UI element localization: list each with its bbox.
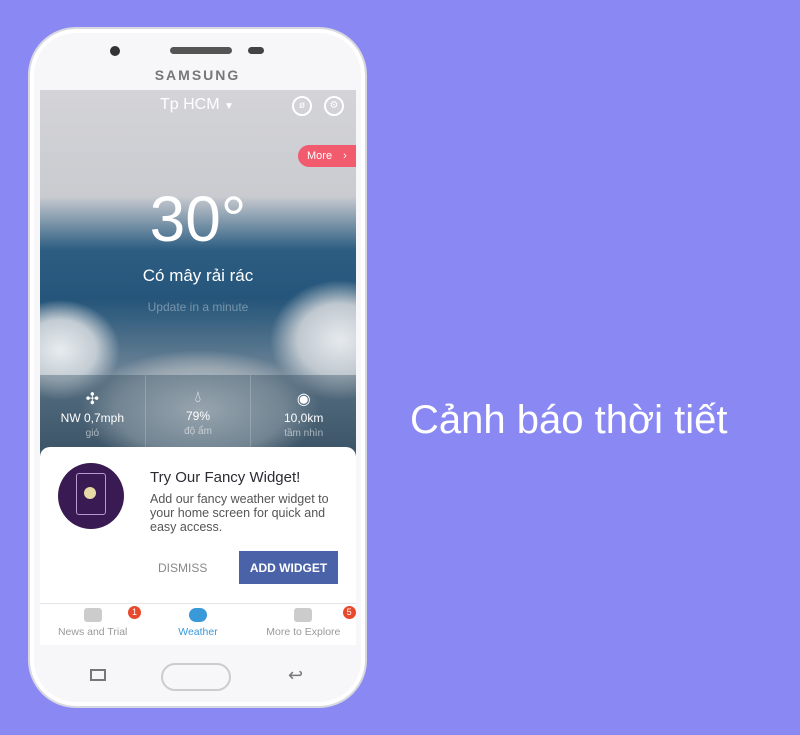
speaker xyxy=(170,47,232,54)
wind-fan-icon: ✣ xyxy=(85,391,100,408)
stat-label: độ ẩm xyxy=(184,426,212,437)
card-title: Try Our Fancy Widget! xyxy=(150,469,301,486)
eye-icon: ◉ xyxy=(296,391,311,408)
notification-badge: 1 xyxy=(128,606,141,619)
bag-icon xyxy=(294,608,313,622)
caption: Cảnh báo thời tiết xyxy=(410,398,728,442)
add-widget-button[interactable]: ADD WIDGET xyxy=(239,551,338,584)
city-name: Tp HCM xyxy=(160,96,220,113)
more-button[interactable]: More › xyxy=(298,145,356,167)
tab-more-to-explore[interactable]: More to Explore 5 xyxy=(251,604,356,645)
tab-label: News and Trial xyxy=(57,626,128,638)
brand-logo: SAMSUNG xyxy=(154,67,241,83)
stat-wind: ✣ NW 0,7mph gió xyxy=(40,375,146,450)
no-ads-icon[interactable]: ø xyxy=(292,96,312,116)
gear-icon[interactable]: ⚙ xyxy=(324,96,344,116)
bottom-nav: News and Trial 1 Weather More to Explore 5 xyxy=(40,603,356,645)
tab-news-and-trial[interactable]: News and Trial 1 xyxy=(40,604,145,645)
app-screen: Tp HCM ▼ ø ⚙ More › 30° Có mây rải rác U… xyxy=(40,90,356,645)
dismiss-button[interactable]: DISMISS xyxy=(152,560,213,576)
stat-label: tầm nhìn xyxy=(284,428,324,439)
city-selector[interactable]: Tp HCM ▼ xyxy=(160,96,234,114)
stat-visibility: ◉ 10,0km tầm nhìn xyxy=(251,375,356,450)
tab-label: More to Explore xyxy=(266,626,341,638)
caret-down-icon: ▼ xyxy=(224,101,234,112)
condition: Có mây rải rác xyxy=(142,266,254,285)
stat-value: 79% xyxy=(185,409,211,423)
tab-label: Weather xyxy=(178,626,218,638)
back-button[interactable]: ↩ xyxy=(288,665,303,686)
card-description: Add our fancy weather widget to your hom… xyxy=(150,492,329,534)
widget-promo-card: Try Our Fancy Widget! Add our fancy weat… xyxy=(40,447,356,603)
home-button[interactable] xyxy=(161,663,231,691)
weather-stats: ✣ NW 0,7mph gió 💧︎ 79% độ ẩm ◉ 10,0km tầm nhìn xyxy=(40,375,356,450)
recent-apps-button[interactable] xyxy=(90,669,106,681)
cloud-icon xyxy=(188,608,207,622)
sensor xyxy=(248,47,264,54)
newspaper-icon xyxy=(83,608,102,622)
stat-value: NW 0,7mph xyxy=(60,411,125,425)
widget-illustration xyxy=(58,463,124,529)
stat-value: 10,0km xyxy=(284,411,324,425)
temperature: 30° xyxy=(149,183,247,255)
front-camera xyxy=(110,46,120,56)
more-label: More xyxy=(307,150,333,162)
stat-label: gió xyxy=(85,428,100,439)
notification-badge: 5 xyxy=(342,606,356,619)
stat-humidity: 💧︎ 79% độ ẩm xyxy=(146,375,252,450)
droplet-icon: 💧︎ xyxy=(194,389,202,406)
tab-weather[interactable]: Weather xyxy=(145,604,250,645)
update-text: Update in a minute xyxy=(147,300,249,314)
chevron-right-icon: › xyxy=(343,150,347,162)
top-bar: Tp HCM ▼ ø ⚙ xyxy=(40,94,356,118)
